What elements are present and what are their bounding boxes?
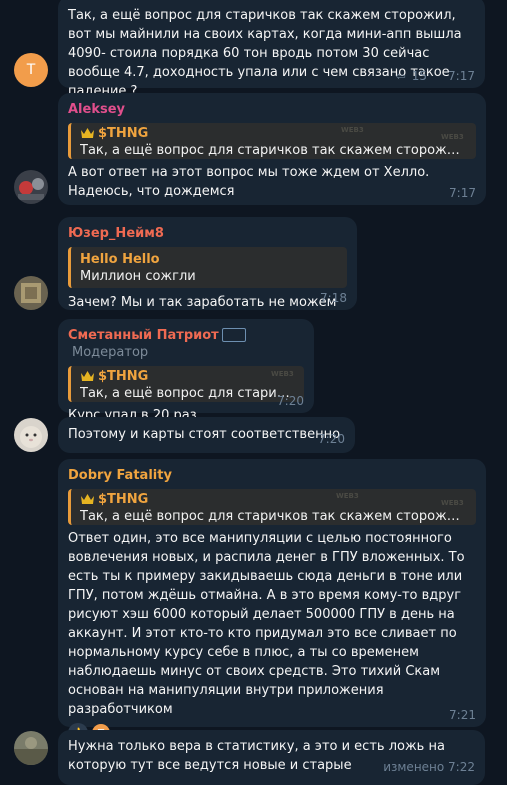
reply-quote[interactable]: $THNG Так, а ещё вопрос для старичков та… [68, 366, 304, 402]
message-text: Ответ один, это все манипуляции с целью … [68, 531, 465, 717]
crown-icon [80, 493, 95, 506]
message-time: изменено 7:22 [383, 760, 475, 774]
verified-badge-icon [221, 327, 246, 342]
crown-icon [80, 127, 95, 140]
message-bubble[interactable]: Юзер_Нейм8 Hello Hello Миллион сожгли За… [58, 217, 357, 310]
message-text: А вот ответ на этот вопрос мы тоже ждем … [68, 165, 430, 199]
message-time: 7:18 [320, 291, 347, 305]
message-time: 7:21 [449, 708, 476, 722]
reply-sender: Hello Hello [80, 252, 160, 267]
watermark: WEB3 [441, 499, 464, 507]
sender-name-text[interactable]: Сметанный Патриот [68, 328, 219, 343]
share-icon: ⇦ [395, 69, 406, 83]
message-time: 7:20 [318, 432, 345, 446]
avatar[interactable] [14, 418, 48, 452]
role-badge: Модератор [72, 345, 149, 360]
reply-quote[interactable]: $THNG Так, а ещё вопрос для старичков та… [68, 123, 476, 159]
reply-quote[interactable]: $THNG Так, а ещё вопрос для старичков та… [68, 489, 476, 525]
watermark: WEB3 [271, 370, 294, 378]
message-bubble[interactable]: Так, а ещё вопрос для старичков так скаж… [58, 0, 485, 99]
message-text: Поэтому и карты стоят соответственно [68, 427, 341, 442]
message-time: 7:20 [277, 394, 304, 408]
reply-text: Миллион сожгли [80, 269, 196, 284]
sender-name[interactable]: Aleksey [68, 101, 476, 118]
sender-name: Сметанный Патриот Модератор [68, 327, 304, 361]
reply-sender: $THNG [98, 126, 149, 141]
avatar[interactable] [14, 170, 48, 204]
avatar[interactable] [14, 731, 48, 765]
message-text: Так, а ещё вопрос для старичков так скаж… [68, 8, 462, 99]
message-bubble[interactable]: Dobry Fatality $THNG Так, а ещё вопрос д… [58, 459, 486, 743]
reply-sender: $THNG [98, 492, 149, 507]
message-text: Зачем? Мы и так заработать не можем [68, 295, 337, 310]
reply-text: Так, а ещё вопрос для старичков так скаж… [80, 386, 296, 401]
watermark: WEB3 [341, 126, 364, 134]
sender-name[interactable]: Dobry Fatality [68, 467, 476, 484]
message-time: 7:17 [448, 69, 475, 83]
message-bubble[interactable]: Поэтому и карты стоят соответственно 7:2… [58, 417, 355, 453]
watermark: WEB3 [441, 133, 464, 141]
watermark: WEB3 [336, 492, 359, 500]
message-bubble[interactable]: Сметанный Патриот Модератор $THNG Так, а … [58, 319, 314, 423]
reply-text: Так, а ещё вопрос для старичков так скаж… [80, 143, 468, 158]
sender-name[interactable]: Юзер_Нейм8 [68, 225, 347, 242]
avatar[interactable] [14, 276, 48, 310]
crown-icon [80, 370, 95, 383]
avatar-letter: T [26, 62, 36, 78]
message-time: 7:17 [449, 186, 476, 200]
message-bubble[interactable]: Aleksey $THNG Так, а ещё вопрос для стар… [58, 93, 486, 205]
reply-quote[interactable]: Hello Hello Миллион сожгли [68, 247, 347, 288]
reply-sender: $THNG [98, 369, 149, 384]
avatar[interactable]: T [14, 53, 48, 87]
views-count: ⇦ 15 [395, 69, 427, 83]
reply-text: Так, а ещё вопрос для старичков так скаж… [80, 509, 468, 524]
